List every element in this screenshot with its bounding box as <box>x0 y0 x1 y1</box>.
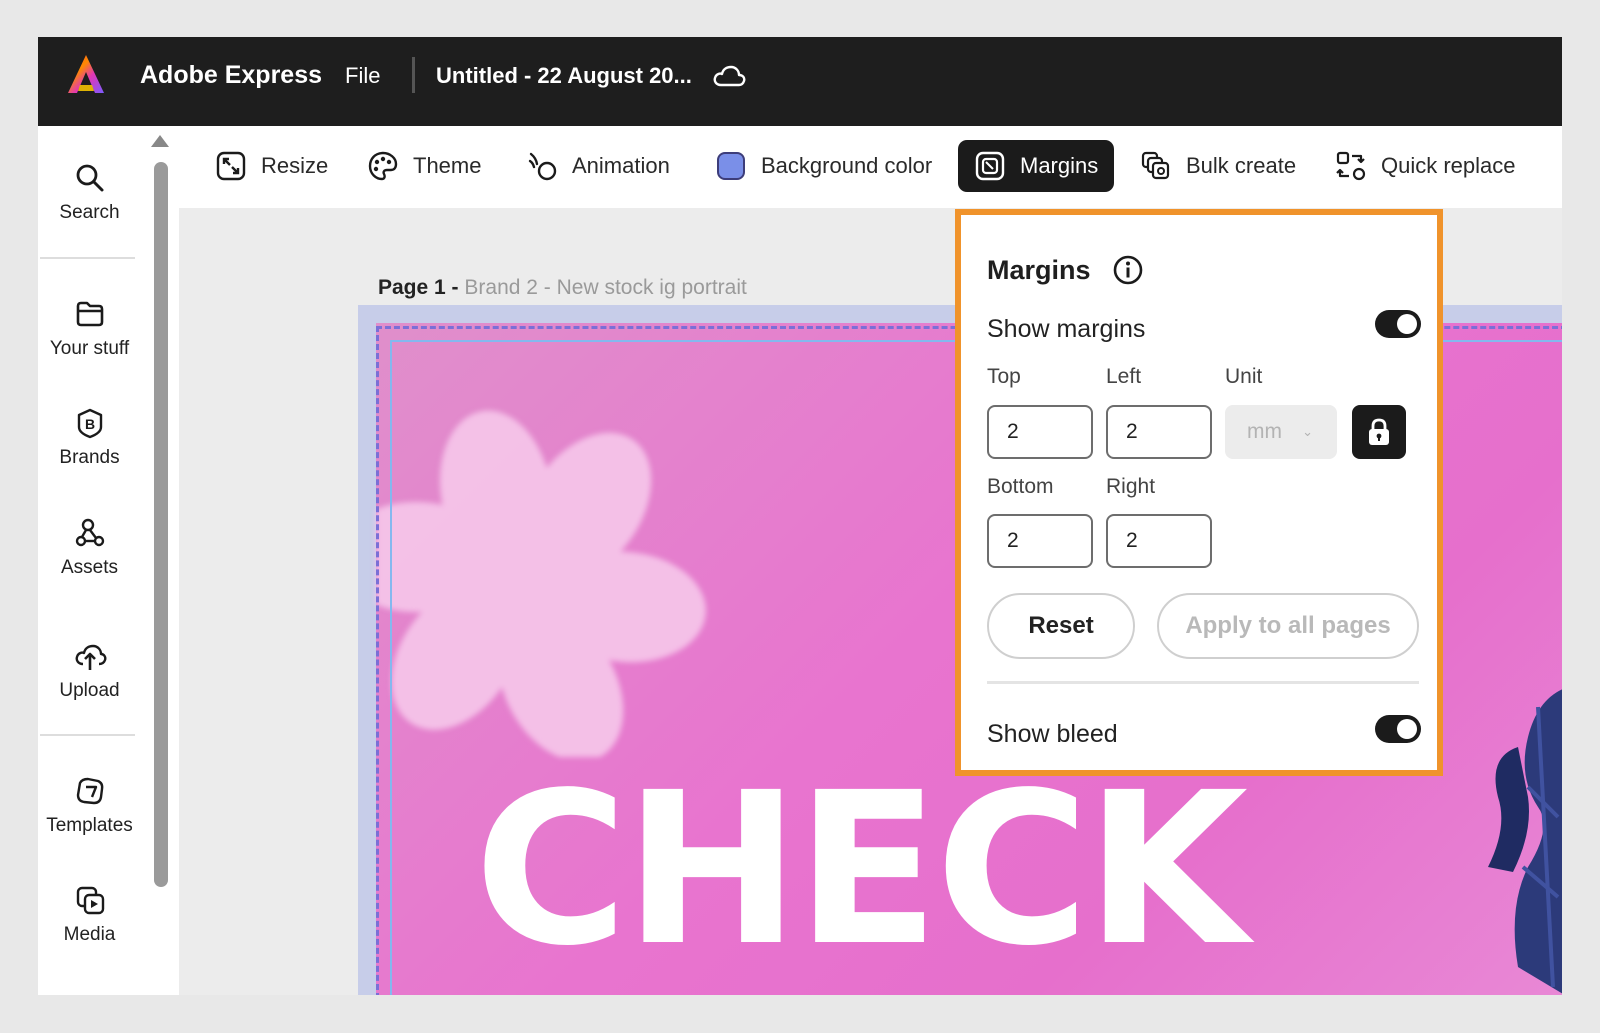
rail-label: Upload <box>59 680 120 701</box>
rail-label: Assets <box>60 557 119 578</box>
svg-text:B: B <box>85 416 95 432</box>
top-bar: Adobe Express File Untitled - 22 August … <box>38 37 1562 126</box>
right-label: Right <box>1106 475 1156 498</box>
rail-item-search[interactable]: Search <box>38 162 141 224</box>
cloud-upload-icon <box>75 644 106 670</box>
margins-label: Margins <box>1020 153 1099 178</box>
rail-item-upload[interactable]: Upload <box>38 640 141 702</box>
rail-item-brands[interactable]: B Brands <box>38 407 141 469</box>
color-swatch-icon <box>717 152 745 180</box>
app-window: Adobe Express File Untitled - 22 August … <box>38 37 1562 995</box>
page-name: Brand 2 - New stock ig portrait <box>464 276 747 299</box>
resize-label: Resize <box>261 153 329 178</box>
quick-replace-icon <box>1336 151 1366 181</box>
assets-icon <box>75 518 104 547</box>
right-margin-input[interactable]: 2 <box>1106 514 1212 568</box>
bulk-create-button[interactable]: Bulk create <box>1140 140 1296 192</box>
info-icon[interactable] <box>1111 253 1145 287</box>
bottom-margin-input[interactable]: 2 <box>987 514 1093 568</box>
rail-label: Brands <box>59 447 120 468</box>
scroll-up-arrow[interactable] <box>151 135 169 147</box>
rail-divider <box>40 257 135 259</box>
background-color-button[interactable]: Background color <box>715 140 932 192</box>
margins-button[interactable]: Margins <box>958 140 1115 192</box>
app-name: Adobe Express <box>140 61 323 89</box>
rail-label: Media <box>63 924 116 945</box>
search-icon <box>76 164 103 192</box>
show-margins-label: Show margins <box>987 315 1146 343</box>
panel-divider <box>987 681 1419 684</box>
animation-icon <box>528 152 557 181</box>
media-icon <box>76 886 104 915</box>
divider <box>412 57 415 93</box>
bulk-create-icon <box>1141 151 1170 180</box>
quick-replace-label: Quick replace <box>1381 153 1516 178</box>
resize-icon <box>216 151 246 181</box>
unit-label: Unit <box>1225 365 1263 388</box>
theme-label: Theme <box>413 153 482 178</box>
margins-panel: Margins Show margins Top Left Unit 2 2 m… <box>955 209 1443 776</box>
palette-icon <box>368 151 398 181</box>
quick-replace-button[interactable]: Quick replace <box>1335 140 1516 192</box>
rail-item-templates[interactable]: Templates <box>38 775 141 837</box>
rail-label: Search <box>59 202 120 223</box>
rail-item-your-stuff[interactable]: Your stuff <box>38 298 141 360</box>
margins-icon <box>975 151 1005 181</box>
bottom-label: Bottom <box>987 475 1054 498</box>
rail-item-media[interactable]: Media <box>38 884 141 946</box>
brand-icon: B <box>77 408 102 439</box>
background-color-label: Background color <box>761 153 933 178</box>
page-number: Page 1 - <box>378 276 459 299</box>
rail-label: Templates <box>46 815 133 836</box>
show-bleed-toggle[interactable] <box>1375 715 1421 743</box>
rail-divider <box>40 734 135 736</box>
animation-label: Animation <box>572 153 670 178</box>
left-label: Left <box>1106 365 1142 388</box>
unit-value: mm <box>1247 420 1282 443</box>
page-label[interactable]: Page 1 - Brand 2 - New stock ig portrait <box>378 276 747 300</box>
editor-toolbar: Resize Theme Animation Background color … <box>179 126 1562 208</box>
cloud-sync-icon[interactable] <box>712 61 746 91</box>
lock-icon <box>1369 418 1389 445</box>
lock-margins-button[interactable] <box>1352 405 1406 459</box>
flower-graphic[interactable] <box>376 397 706 757</box>
top-margin-input[interactable]: 2 <box>987 405 1093 459</box>
scarf-image[interactable] <box>1458 667 1562 995</box>
animation-button[interactable]: Animation <box>526 140 670 192</box>
unit-select[interactable]: mm ⌄ <box>1225 405 1337 459</box>
headline-text[interactable]: CHECK <box>474 765 1248 975</box>
chevron-down-icon: ⌄ <box>1302 424 1313 439</box>
file-menu[interactable]: File <box>345 63 380 89</box>
panel-title: Margins <box>987 255 1091 285</box>
apply-to-all-pages-button[interactable]: Apply to all pages <box>1157 593 1419 659</box>
theme-button[interactable]: Theme <box>367 140 481 192</box>
left-margin-input[interactable]: 2 <box>1106 405 1212 459</box>
bulk-create-label: Bulk create <box>1186 153 1297 178</box>
templates-icon <box>76 777 103 805</box>
show-bleed-label: Show bleed <box>987 720 1118 748</box>
document-title[interactable]: Untitled - 22 August 20... <box>436 63 692 89</box>
reset-button[interactable]: Reset <box>987 593 1135 659</box>
adobe-express-logo[interactable] <box>64 53 108 97</box>
resize-button[interactable]: Resize <box>215 140 328 192</box>
left-rail: Search Your stuff B Brands Assets Upload… <box>38 126 141 995</box>
rail-label: Your stuff <box>49 338 130 359</box>
show-margins-toggle[interactable] <box>1375 310 1421 338</box>
rail-item-assets[interactable]: Assets <box>38 517 141 579</box>
top-label: Top <box>987 365 1021 388</box>
scroll-thumb[interactable] <box>154 162 168 887</box>
folder-icon <box>76 301 103 327</box>
